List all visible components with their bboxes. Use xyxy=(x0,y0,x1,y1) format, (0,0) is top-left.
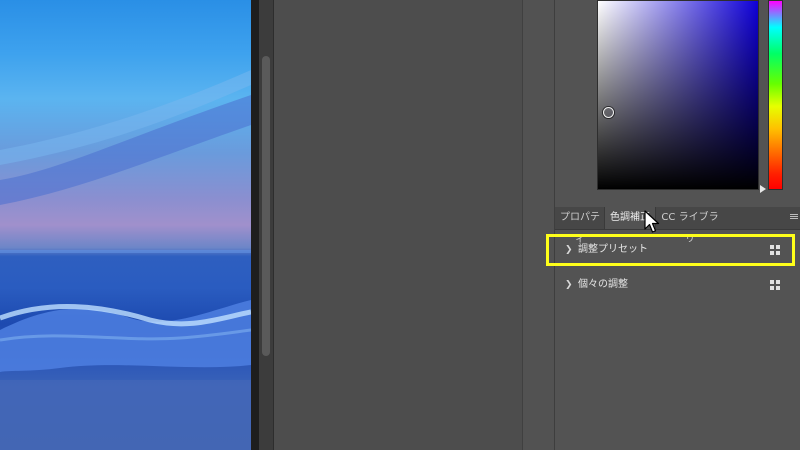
section-individual-adjustments[interactable]: ❯ 個々の調整 xyxy=(556,273,796,297)
chevron-right-icon[interactable]: ❯ xyxy=(565,273,573,297)
hue-slider[interactable] xyxy=(768,0,783,190)
color-picker-ring-icon[interactable] xyxy=(603,107,614,118)
grid-view-icon[interactable] xyxy=(770,280,780,290)
panel-dock-gutter xyxy=(522,0,555,450)
workspace-pasteboard xyxy=(274,0,522,450)
arrow-cursor-icon xyxy=(644,210,660,233)
hue-marker-icon[interactable] xyxy=(760,185,766,193)
scrollbar-thumb[interactable] xyxy=(262,56,270,356)
tab-properties[interactable]: プロパティ xyxy=(557,207,603,245)
highlight-box xyxy=(546,234,795,266)
section-label-individual: 個々の調整 xyxy=(578,279,628,290)
photo-canvas[interactable] xyxy=(0,0,251,450)
panel-menu-icon[interactable] xyxy=(790,214,798,220)
beach-photo-image xyxy=(0,70,251,450)
color-field[interactable] xyxy=(597,0,759,190)
canvas-divider xyxy=(251,0,259,450)
tab-cc-libraries[interactable]: CC ライブラリ xyxy=(658,207,722,245)
